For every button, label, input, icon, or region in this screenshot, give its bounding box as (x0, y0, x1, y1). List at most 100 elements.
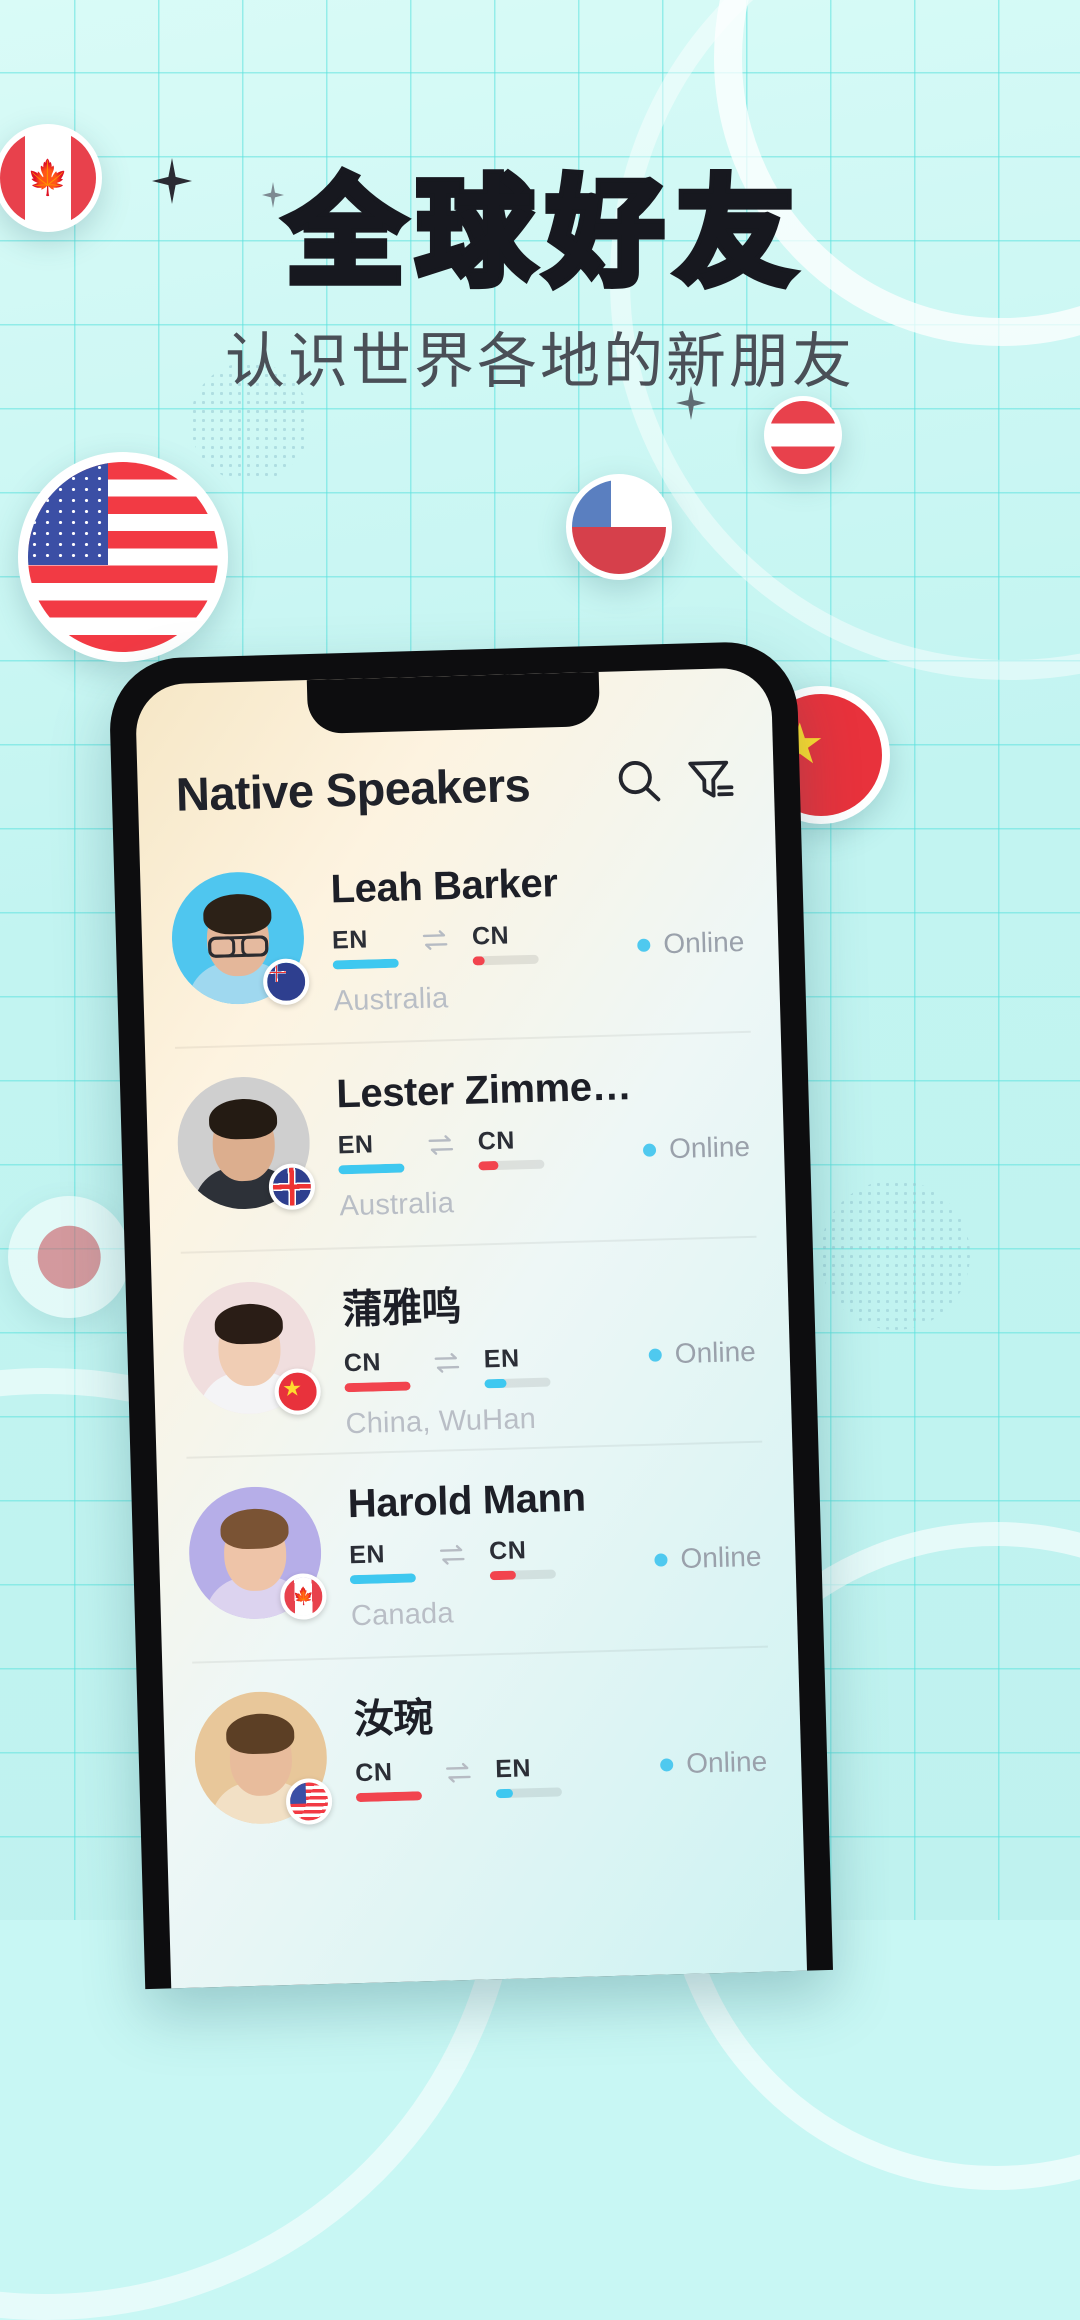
status-dot (637, 938, 650, 951)
status-dot (643, 1143, 656, 1156)
language-to-level-bar (484, 1378, 550, 1389)
united-states-flag (28, 462, 218, 652)
country-flag (272, 1167, 311, 1206)
language-to: CN (489, 1535, 556, 1580)
speaker-info: Harold Mann EN CN Canada (319, 1472, 656, 1634)
status-label: Online (680, 1541, 762, 1575)
language-to-code: CN (472, 921, 539, 952)
country-flag: ★ (278, 1372, 317, 1411)
language-swap-icon (437, 1542, 468, 1567)
language-to-code: CN (489, 1535, 556, 1566)
status-dot (649, 1348, 662, 1361)
language-to-code: EN (483, 1344, 550, 1375)
app-header: Native Speakers (137, 729, 775, 843)
phone-mockup: Native Speakers (108, 640, 833, 1989)
avatar-hair (220, 1508, 289, 1550)
speaker-name: Lester Zimmerman (336, 1064, 642, 1118)
country-flag (267, 962, 306, 1001)
list-item[interactable]: 🍁 Harold Mann EN CN (156, 1442, 797, 1665)
language-from-code: CN (343, 1347, 410, 1378)
maple-leaf-icon: 🍁 (293, 1588, 315, 1606)
language-from-code: EN (332, 925, 399, 956)
japan-flag (15, 1203, 123, 1311)
status-badge: Online (658, 1674, 772, 1781)
speaker-country (357, 1810, 662, 1819)
speaker-country: Australia (333, 977, 639, 1019)
language-from-code: EN (337, 1130, 404, 1161)
status-label: Online (674, 1336, 756, 1370)
united-states-flag-bubble (18, 452, 228, 662)
avatar[interactable]: ★ (182, 1280, 318, 1416)
status-label: Online (663, 926, 745, 960)
star-icon: ★ (282, 1378, 302, 1401)
language-swap-icon (425, 1132, 456, 1157)
language-to: CN (477, 1126, 544, 1171)
star-icon: ★ (585, 488, 605, 510)
speaker-country: China, WuHan (345, 1400, 651, 1442)
list-item[interactable]: Leah Barker EN CN Australia (139, 827, 780, 1050)
list-item[interactable]: ★ 蒲雅鸣 CN EN China, W (151, 1237, 792, 1460)
speaker-country: Australia (339, 1182, 645, 1224)
status-badge: Online (635, 854, 749, 961)
avatar-glasses (208, 935, 269, 958)
status-label: Online (669, 1131, 751, 1165)
language-to-code: EN (495, 1753, 562, 1784)
maple-leaf-icon: 🍁 (27, 161, 69, 195)
country-flag-badge (268, 1163, 315, 1210)
language-pair: EN CN (349, 1533, 655, 1585)
language-swap-icon (443, 1760, 474, 1785)
dot-texture-circle (820, 1180, 970, 1330)
country-flag-badge (263, 958, 310, 1005)
country-flag: 🍁 (284, 1577, 323, 1616)
filter-icon[interactable] (681, 751, 736, 806)
speaker-name: Leah Barker (330, 859, 636, 913)
search-icon[interactable] (611, 753, 666, 808)
language-from-level-bar (338, 1164, 404, 1175)
language-pair: EN CN (332, 918, 638, 970)
avatar-hair (203, 893, 272, 935)
language-from-code: EN (349, 1539, 416, 1570)
canada-flag-bubble: 🍁 (0, 124, 102, 232)
language-pair: CN EN (355, 1751, 661, 1803)
avatar[interactable] (170, 870, 306, 1006)
list-item[interactable]: 汝琬 CN EN Onl (162, 1647, 803, 1870)
status-label: Online (686, 1746, 768, 1780)
speaker-name: 蒲雅鸣 (341, 1269, 648, 1335)
native-speakers-list[interactable]: Leah Barker EN CN Australia (139, 827, 807, 1988)
avatar[interactable] (176, 1075, 312, 1211)
language-to: CN (472, 921, 539, 966)
country-flag-badge (285, 1778, 332, 1825)
language-to-level-bar (478, 1160, 544, 1171)
language-from: EN (337, 1130, 404, 1175)
language-from-level-bar (344, 1381, 410, 1392)
austria-flag (769, 401, 837, 469)
page-title: 全球好友 (0, 176, 1080, 292)
status-badge: Online (652, 1469, 766, 1576)
phone-notch (307, 672, 600, 734)
speaker-country: Canada (350, 1592, 656, 1634)
language-to-level-bar (490, 1569, 556, 1580)
language-to: EN (483, 1344, 550, 1389)
language-from: CN (343, 1347, 410, 1392)
avatar-hair (214, 1303, 283, 1345)
country-flag-badge: ★ (274, 1368, 321, 1415)
language-to-level-bar (473, 955, 539, 966)
app-title: Native Speakers (175, 755, 596, 822)
language-to-level-bar (496, 1787, 562, 1798)
language-from: CN (355, 1757, 422, 1802)
speaker-info: 汝琬 CN EN (325, 1677, 662, 1819)
language-from-level-bar (333, 959, 399, 970)
avatar[interactable] (193, 1690, 329, 1826)
speaker-name: Harold Mann (347, 1474, 653, 1528)
speaker-info: 蒲雅鸣 CN EN China, WuHan (313, 1267, 651, 1442)
language-pair: EN CN (337, 1123, 643, 1175)
country-flag-badge: 🍁 (280, 1573, 327, 1620)
canada-flag: 🍁 (0, 130, 96, 226)
language-swap-icon (432, 1350, 463, 1375)
chile-flag: ★ (572, 480, 666, 574)
chile-flag-bubble: ★ (566, 474, 672, 580)
country-flag (290, 1782, 329, 1821)
avatar[interactable]: 🍁 (187, 1485, 323, 1621)
list-item[interactable]: Lester Zimmerman EN CN Australia (145, 1032, 786, 1255)
page-subtitle: 认识世界各地的新朋友 (0, 332, 1080, 392)
